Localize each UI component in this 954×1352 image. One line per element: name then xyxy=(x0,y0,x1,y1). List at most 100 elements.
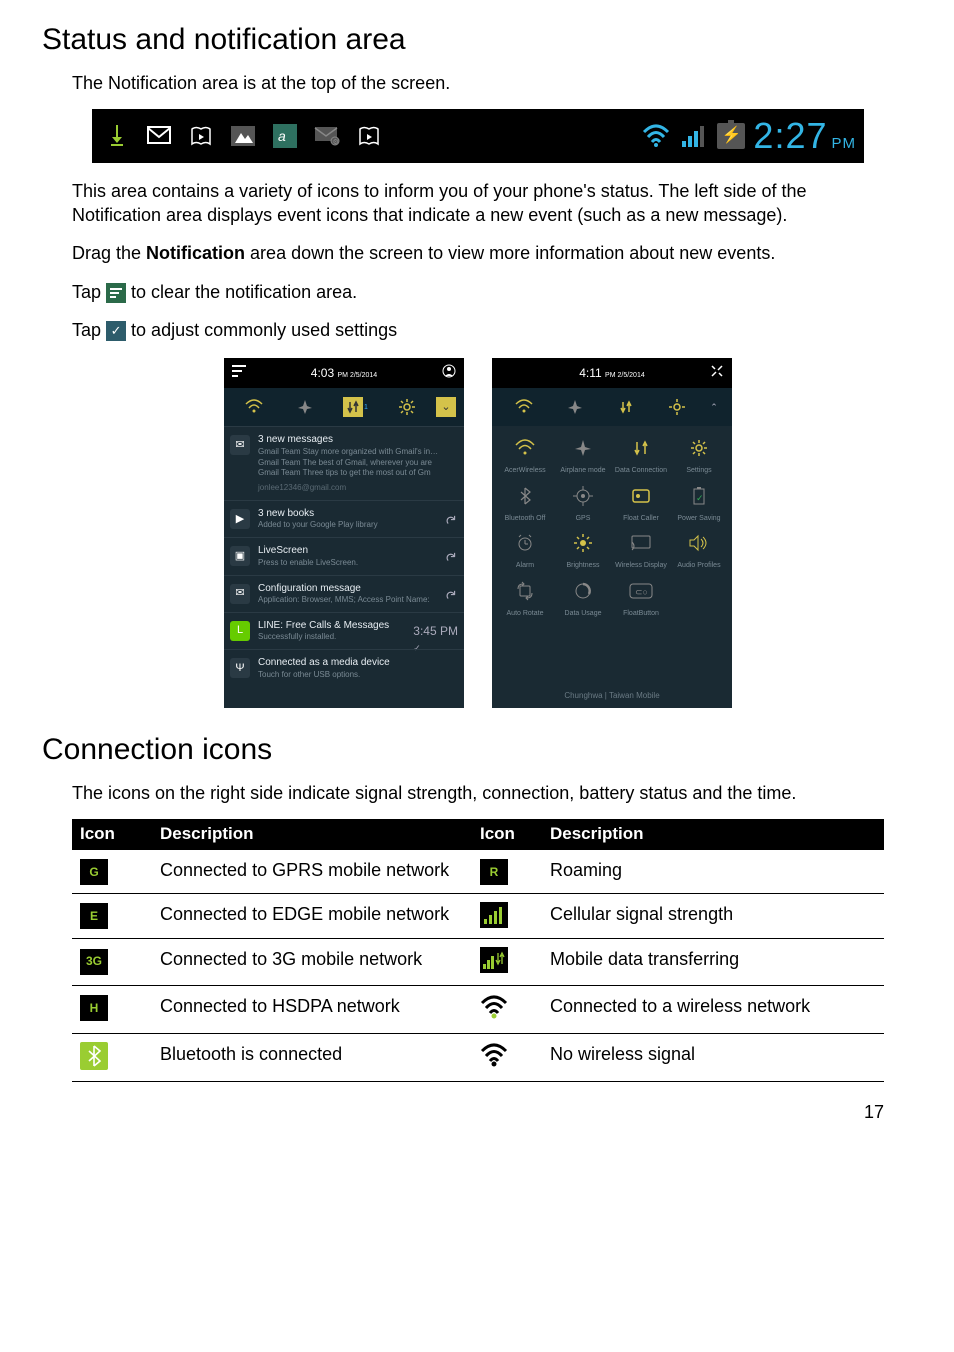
tile-label: Data Connection xyxy=(614,466,668,475)
expand-settings-icon: ✓ xyxy=(106,321,126,341)
cell-icon xyxy=(472,985,542,1033)
txt: area down the screen to view more inform… xyxy=(245,243,775,263)
tile-icon xyxy=(685,529,713,557)
statusbar-figure: a ⚙ ⚡ 2:27 xyxy=(72,109,884,163)
notif-item-icon: Ψ xyxy=(230,658,250,678)
tile-icon xyxy=(627,434,655,462)
panel-date: PM 2/5/2014 xyxy=(338,372,378,379)
play-book-icon xyxy=(186,121,216,151)
quick-setting-tile: Wireless Display xyxy=(614,529,668,570)
th-icon1: Icon xyxy=(72,819,152,850)
download-icon xyxy=(102,121,132,151)
quick-row-right: ⌃ xyxy=(492,388,732,426)
tile-label: Auto Rotate xyxy=(498,609,552,618)
panel-time: 4:03 xyxy=(311,366,334,380)
cell-icon xyxy=(472,1034,542,1082)
page-number: 17 xyxy=(72,1100,884,1124)
connection-intro: The icons on the right side indicate sig… xyxy=(72,781,884,805)
cell-icon: R xyxy=(472,850,542,894)
tile-label: GPS xyxy=(556,514,610,523)
quick-setting-tile: Data Connection xyxy=(614,434,668,475)
tile-icon xyxy=(569,577,597,605)
tile-icon: ✓ xyxy=(685,482,713,510)
carrier-label: Chunghwa | Taiwan Mobile xyxy=(492,685,732,708)
tile-icon xyxy=(685,434,713,462)
cell-icon xyxy=(472,894,542,939)
table-row: G Connected to GPRS mobile network R Roa… xyxy=(72,850,884,894)
notif-item-icon: ▣ xyxy=(230,546,250,566)
tile-label: Settings xyxy=(672,466,726,475)
collapse-toggle-icon: ⌃ xyxy=(702,401,726,413)
cell-desc: Connected to 3G mobile network xyxy=(152,939,472,985)
bluetooth-icon xyxy=(80,1042,108,1070)
panel-date: PM 2/5/2014 xyxy=(605,372,645,379)
tile-label: Alarm xyxy=(498,561,552,570)
cell-icon: 3G xyxy=(72,939,152,985)
battery-charging-icon: ⚡ xyxy=(717,123,745,149)
net-badge-R: R xyxy=(480,859,508,885)
airplane-toggle-icon xyxy=(549,398,600,416)
cell-desc: Connected to EDGE mobile network xyxy=(152,894,472,939)
tile-label: Airplane mode xyxy=(556,466,610,475)
svg-text:⊂○: ⊂○ xyxy=(635,587,648,597)
cell-desc: Cellular signal strength xyxy=(542,894,884,939)
table-row: Bluetooth is connected No wireless signa… xyxy=(72,1034,884,1082)
th-desc2: Description xyxy=(542,819,884,850)
txt-bold: Notification xyxy=(146,243,245,263)
livescreen-icon: a xyxy=(270,121,300,151)
net-badge-E: E xyxy=(80,903,108,929)
notification-item: L LINE: Free Calls & MessagesSuccessfull… xyxy=(224,612,464,649)
quick-setting-tile: Float Caller xyxy=(614,482,668,523)
notif-item-icon: ✉ xyxy=(230,435,250,455)
th-desc1: Description xyxy=(152,819,472,850)
notification-shade-panel: 4:03 PM 2/5/2014 1 ⌄ ✉ 3 new messagesGma… xyxy=(224,358,464,708)
tile-label: Audio Profiles xyxy=(672,561,726,570)
quick-setting-tile: ✓ Power Saving xyxy=(672,482,726,523)
quick-setting-tile: Bluetooth Off xyxy=(498,482,552,523)
cell-desc: Connected to a wireless network xyxy=(542,985,884,1033)
quick-settings-panel: 4:11 PM 2/5/2014 ⌃ AcerWireless Airplane… xyxy=(492,358,732,708)
net-badge-G: G xyxy=(80,859,108,885)
notification-item: ✉ Configuration messageApplication: Brow… xyxy=(224,575,464,612)
paragraph-tap-adjust: Tap ✓ to adjust commonly used settings xyxy=(72,318,884,342)
tile-label: Power Saving xyxy=(672,514,726,523)
picture-icon xyxy=(228,121,258,151)
quick-setting-tile: ⊂○ FloatButton xyxy=(614,577,668,618)
tile-icon xyxy=(511,577,539,605)
settings-toggle-icon xyxy=(651,398,702,416)
wifi-connected-icon xyxy=(480,994,508,1020)
clock-hours: 2:27 xyxy=(753,112,827,161)
quick-row-left: 1 ⌄ xyxy=(224,388,464,426)
table-row: 3G Connected to 3G mobile network Mobile… xyxy=(72,939,884,985)
signal-bars-icon xyxy=(480,902,508,928)
txt: Tap xyxy=(72,282,106,302)
tile-icon xyxy=(627,529,655,557)
panel-time: 4:11 xyxy=(579,366,601,380)
tile-label: Bluetooth Off xyxy=(498,514,552,523)
quick-setting-tile: AcerWireless xyxy=(498,434,552,475)
notif-item-icon: L xyxy=(230,621,250,641)
clear-notifications-icon xyxy=(106,283,126,303)
quick-setting-tile: Brightness xyxy=(556,529,610,570)
tile-icon: ⊂○ xyxy=(627,577,655,605)
quick-setting-tile: GPS xyxy=(556,482,610,523)
txt: Tap xyxy=(72,320,106,340)
wifi-nosignal-icon xyxy=(480,1042,508,1068)
wifi-toggle-icon xyxy=(230,399,277,415)
section-title-status: Status and notification area xyxy=(42,20,884,61)
cell-icon: E xyxy=(72,894,152,939)
paragraph-drag: Drag the Notification area down the scre… xyxy=(72,241,884,265)
table-row: H Connected to HSDPA network Connected t… xyxy=(72,985,884,1033)
tile-label: AcerWireless xyxy=(498,466,552,475)
tile-icon xyxy=(511,434,539,462)
net-badge-H: H xyxy=(80,995,108,1021)
airplane-toggle-icon xyxy=(281,398,328,416)
cell-desc: No wireless signal xyxy=(542,1034,884,1082)
cell-desc: Mobile data transferring xyxy=(542,939,884,985)
tile-label: FloatButton xyxy=(614,609,668,618)
settings-toggle-icon xyxy=(383,398,430,416)
cell-icon: H xyxy=(72,985,152,1033)
tools-icon xyxy=(710,364,724,382)
mms-icon: ⚙ xyxy=(312,121,342,151)
tile-label: Brightness xyxy=(556,561,610,570)
